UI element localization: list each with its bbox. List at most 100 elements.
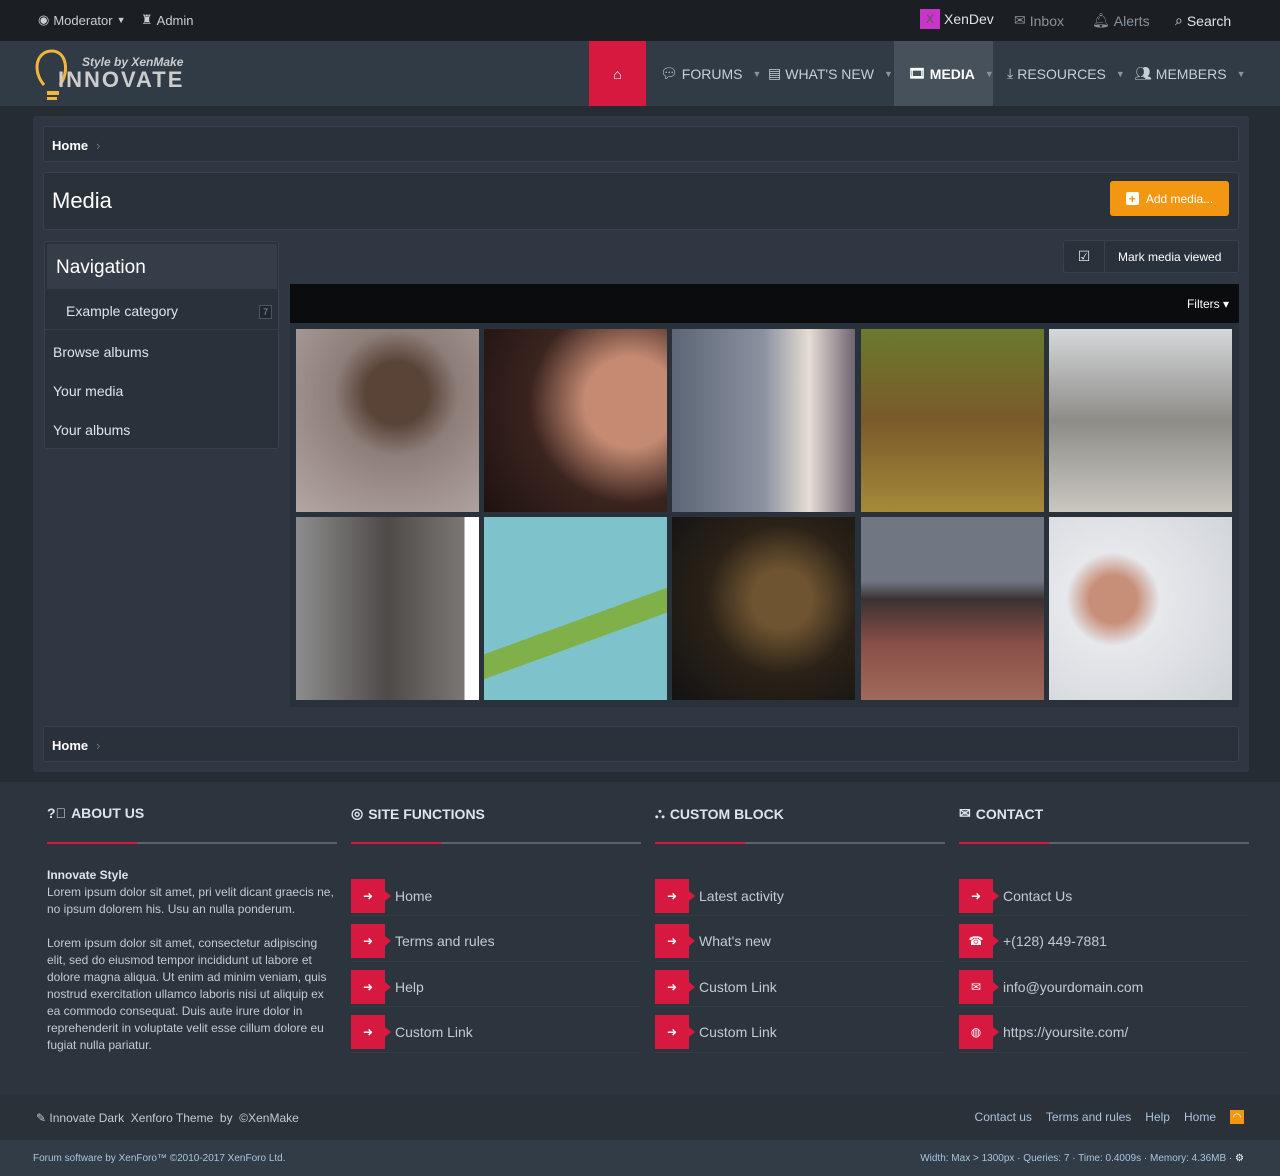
chevron-right-icon: › (96, 138, 101, 153)
user-menu[interactable]: X XenDev (920, 9, 994, 29)
breadcrumb-home[interactable]: Home (52, 738, 88, 753)
add-media-button[interactable]: + Add media... (1110, 181, 1229, 216)
about-title: Innovate Style (47, 868, 129, 882)
filters-button[interactable]: Filters ▾ (1187, 297, 1229, 311)
moderator-menu[interactable]: ◉ Moderator ▼ (38, 12, 126, 28)
credit-text: Innovate Dark Xenforo Theme by ©XenMake (49, 1111, 299, 1125)
bell-icon: 🔔︎ (1092, 12, 1110, 28)
footer-link-label: Custom Link (699, 1024, 777, 1040)
nav-forums[interactable]: 💬︎ FORUMS ▼ (660, 41, 761, 106)
caret-icon: ▼ (1115, 68, 1125, 79)
envelope-icon: ✉ (959, 805, 971, 821)
inbox-link[interactable]: ✉ Inbox (1014, 12, 1064, 29)
breadcrumb-home[interactable]: Home (52, 138, 88, 153)
nav-label: FORUMS (681, 65, 743, 82)
user-circle-icon: ◉ (38, 12, 50, 27)
footer-link[interactable]: ➜ Home (351, 876, 641, 916)
footer-link[interactable]: ➜ Help (351, 967, 641, 1007)
nav-media[interactable]: 🎞︎ MEDIA ▼ (894, 41, 994, 106)
footer-link[interactable]: ➜ Custom Link (655, 1013, 945, 1053)
debug-info: Width: Max > 1300px · Queries: 7 · Time:… (920, 1153, 1244, 1164)
footer-link[interactable]: ➜ Custom Link (655, 967, 945, 1007)
media-thumbnail[interactable] (1049, 517, 1232, 700)
sidebar-navigation: Navigation Example category 7 Browse alb… (44, 241, 279, 449)
footer-link[interactable]: ✉ info@yourdomain.com (959, 967, 1249, 1007)
about-text: Innovate Style Lorem ipsum dolor sit ame… (47, 867, 337, 1054)
media-thumbnail[interactable] (861, 517, 1044, 700)
sidebar-item-your-media[interactable]: Your media (53, 383, 123, 399)
footer-link[interactable]: ➜ Terms and rules (351, 922, 641, 962)
sidebar-item-example-category[interactable]: Example category 7 (45, 290, 278, 330)
logo[interactable]: Style by XenMake INNOVATE (34, 47, 194, 102)
footer-link-label: Terms and rules (395, 933, 495, 949)
check-square-icon: ☑ (1064, 240, 1105, 273)
brush-icon: ✎ (36, 1111, 50, 1125)
terms-link[interactable]: Terms and rules (1046, 1110, 1131, 1124)
footer-link[interactable]: ◍ https://yoursite.com/ (959, 1013, 1249, 1053)
media-grid (290, 323, 1239, 707)
sidebar-item-your-albums[interactable]: Your albums (53, 422, 130, 438)
footer-link[interactable]: ➜ Latest activity (655, 876, 945, 916)
divider (47, 842, 337, 844)
arrow-circle-right-icon: ➜ (655, 1015, 695, 1049)
admin-link[interactable]: ♜ Admin (141, 12, 194, 28)
comments-icon: 💬︎ (660, 65, 678, 81)
footer-link[interactable]: ➜ What's new (655, 922, 945, 962)
copyright[interactable]: Forum software by XenForo™ ©2010-2017 Xe… (33, 1153, 286, 1164)
breadcrumb: Home › (43, 126, 1239, 162)
about-heading: ?⃝ ABOUT US (47, 805, 144, 821)
avatar: X (920, 9, 940, 29)
count-badge: 7 (258, 305, 272, 319)
divider (959, 842, 1249, 844)
footer-link-label: +(128) 449-7881 (1003, 933, 1107, 949)
nav-home[interactable]: ⌂ (589, 41, 646, 106)
media-thumbnail[interactable] (484, 517, 667, 700)
nav-whats-new[interactable]: ▤ WHAT'S NEW ▼ (768, 41, 893, 106)
media-thumbnail[interactable] (672, 517, 855, 700)
heading-label: SITE FUNCTIONS (368, 805, 485, 822)
sidebar-item-browse-albums[interactable]: Browse albums (53, 344, 149, 360)
home-icon: ⌂ (613, 65, 622, 82)
alerts-link[interactable]: 🔔︎ Alerts (1092, 12, 1150, 29)
footer-link-label: Help (395, 978, 424, 995)
footer-link-label: Custom Link (699, 978, 777, 995)
search-link[interactable]: ⌕ Search (1175, 12, 1231, 29)
caret-icon: ▼ (1236, 68, 1246, 79)
globe-icon: ◍ (959, 1015, 999, 1049)
help-link[interactable]: Help (1145, 1110, 1170, 1124)
media-thumbnail[interactable] (861, 329, 1044, 512)
media-thumbnail[interactable] (672, 329, 855, 512)
filter-bar: Filters ▾ (290, 284, 1239, 323)
plus-square-icon: + (1125, 192, 1139, 206)
footer-links: Contact us Terms and rules Help Home ◠ (975, 1110, 1244, 1124)
rss-icon[interactable]: ◠ (1230, 1110, 1244, 1124)
search-icon: ⌕ (1175, 12, 1183, 28)
arrow-circle-right-icon: ➜ (655, 924, 695, 958)
caret-icon: ▼ (116, 15, 126, 25)
media-thumbnail[interactable] (296, 517, 479, 700)
media-thumbnail[interactable] (1049, 329, 1232, 512)
footer-link[interactable]: ➜ Contact Us (959, 876, 1249, 916)
gear-icon[interactable]: ⚙ (1235, 1153, 1244, 1164)
footer-link[interactable]: ☎ +(128) 449-7881 (959, 922, 1249, 962)
page-title: Media (52, 188, 112, 213)
theme-credit[interactable]: ✎ Innovate Dark Xenforo Theme by ©XenMak… (36, 1111, 299, 1125)
phone-icon: ☎ (959, 924, 999, 958)
media-thumbnail[interactable] (484, 329, 667, 512)
footer-link[interactable]: ➜ Custom Link (351, 1013, 641, 1053)
footer-link-label: Latest activity (699, 887, 784, 904)
nav-members[interactable]: 👥︎ MEMBERS ▼ (1134, 41, 1246, 106)
caret-icon: ▼ (752, 68, 762, 79)
users-icon: 👥︎ (1134, 65, 1152, 81)
caret-icon: ▼ (883, 68, 893, 79)
arrow-circle-right-icon: ➜ (351, 878, 391, 913)
life-ring-icon: ◎ (351, 805, 364, 821)
home-link[interactable]: Home (1184, 1110, 1216, 1124)
moderator-label: Moderator (53, 12, 113, 28)
mark-viewed-button[interactable]: ☑ Mark media viewed (1063, 240, 1239, 273)
nav-resources[interactable]: ⤓ RESOURCES ▼ (1007, 41, 1125, 106)
breadcrumb-bottom: Home › (43, 726, 1239, 762)
custom-block-heading: ⛬ CUSTOM BLOCK (655, 805, 784, 822)
media-thumbnail[interactable] (296, 329, 479, 512)
contact-us-link[interactable]: Contact us (975, 1110, 1032, 1124)
